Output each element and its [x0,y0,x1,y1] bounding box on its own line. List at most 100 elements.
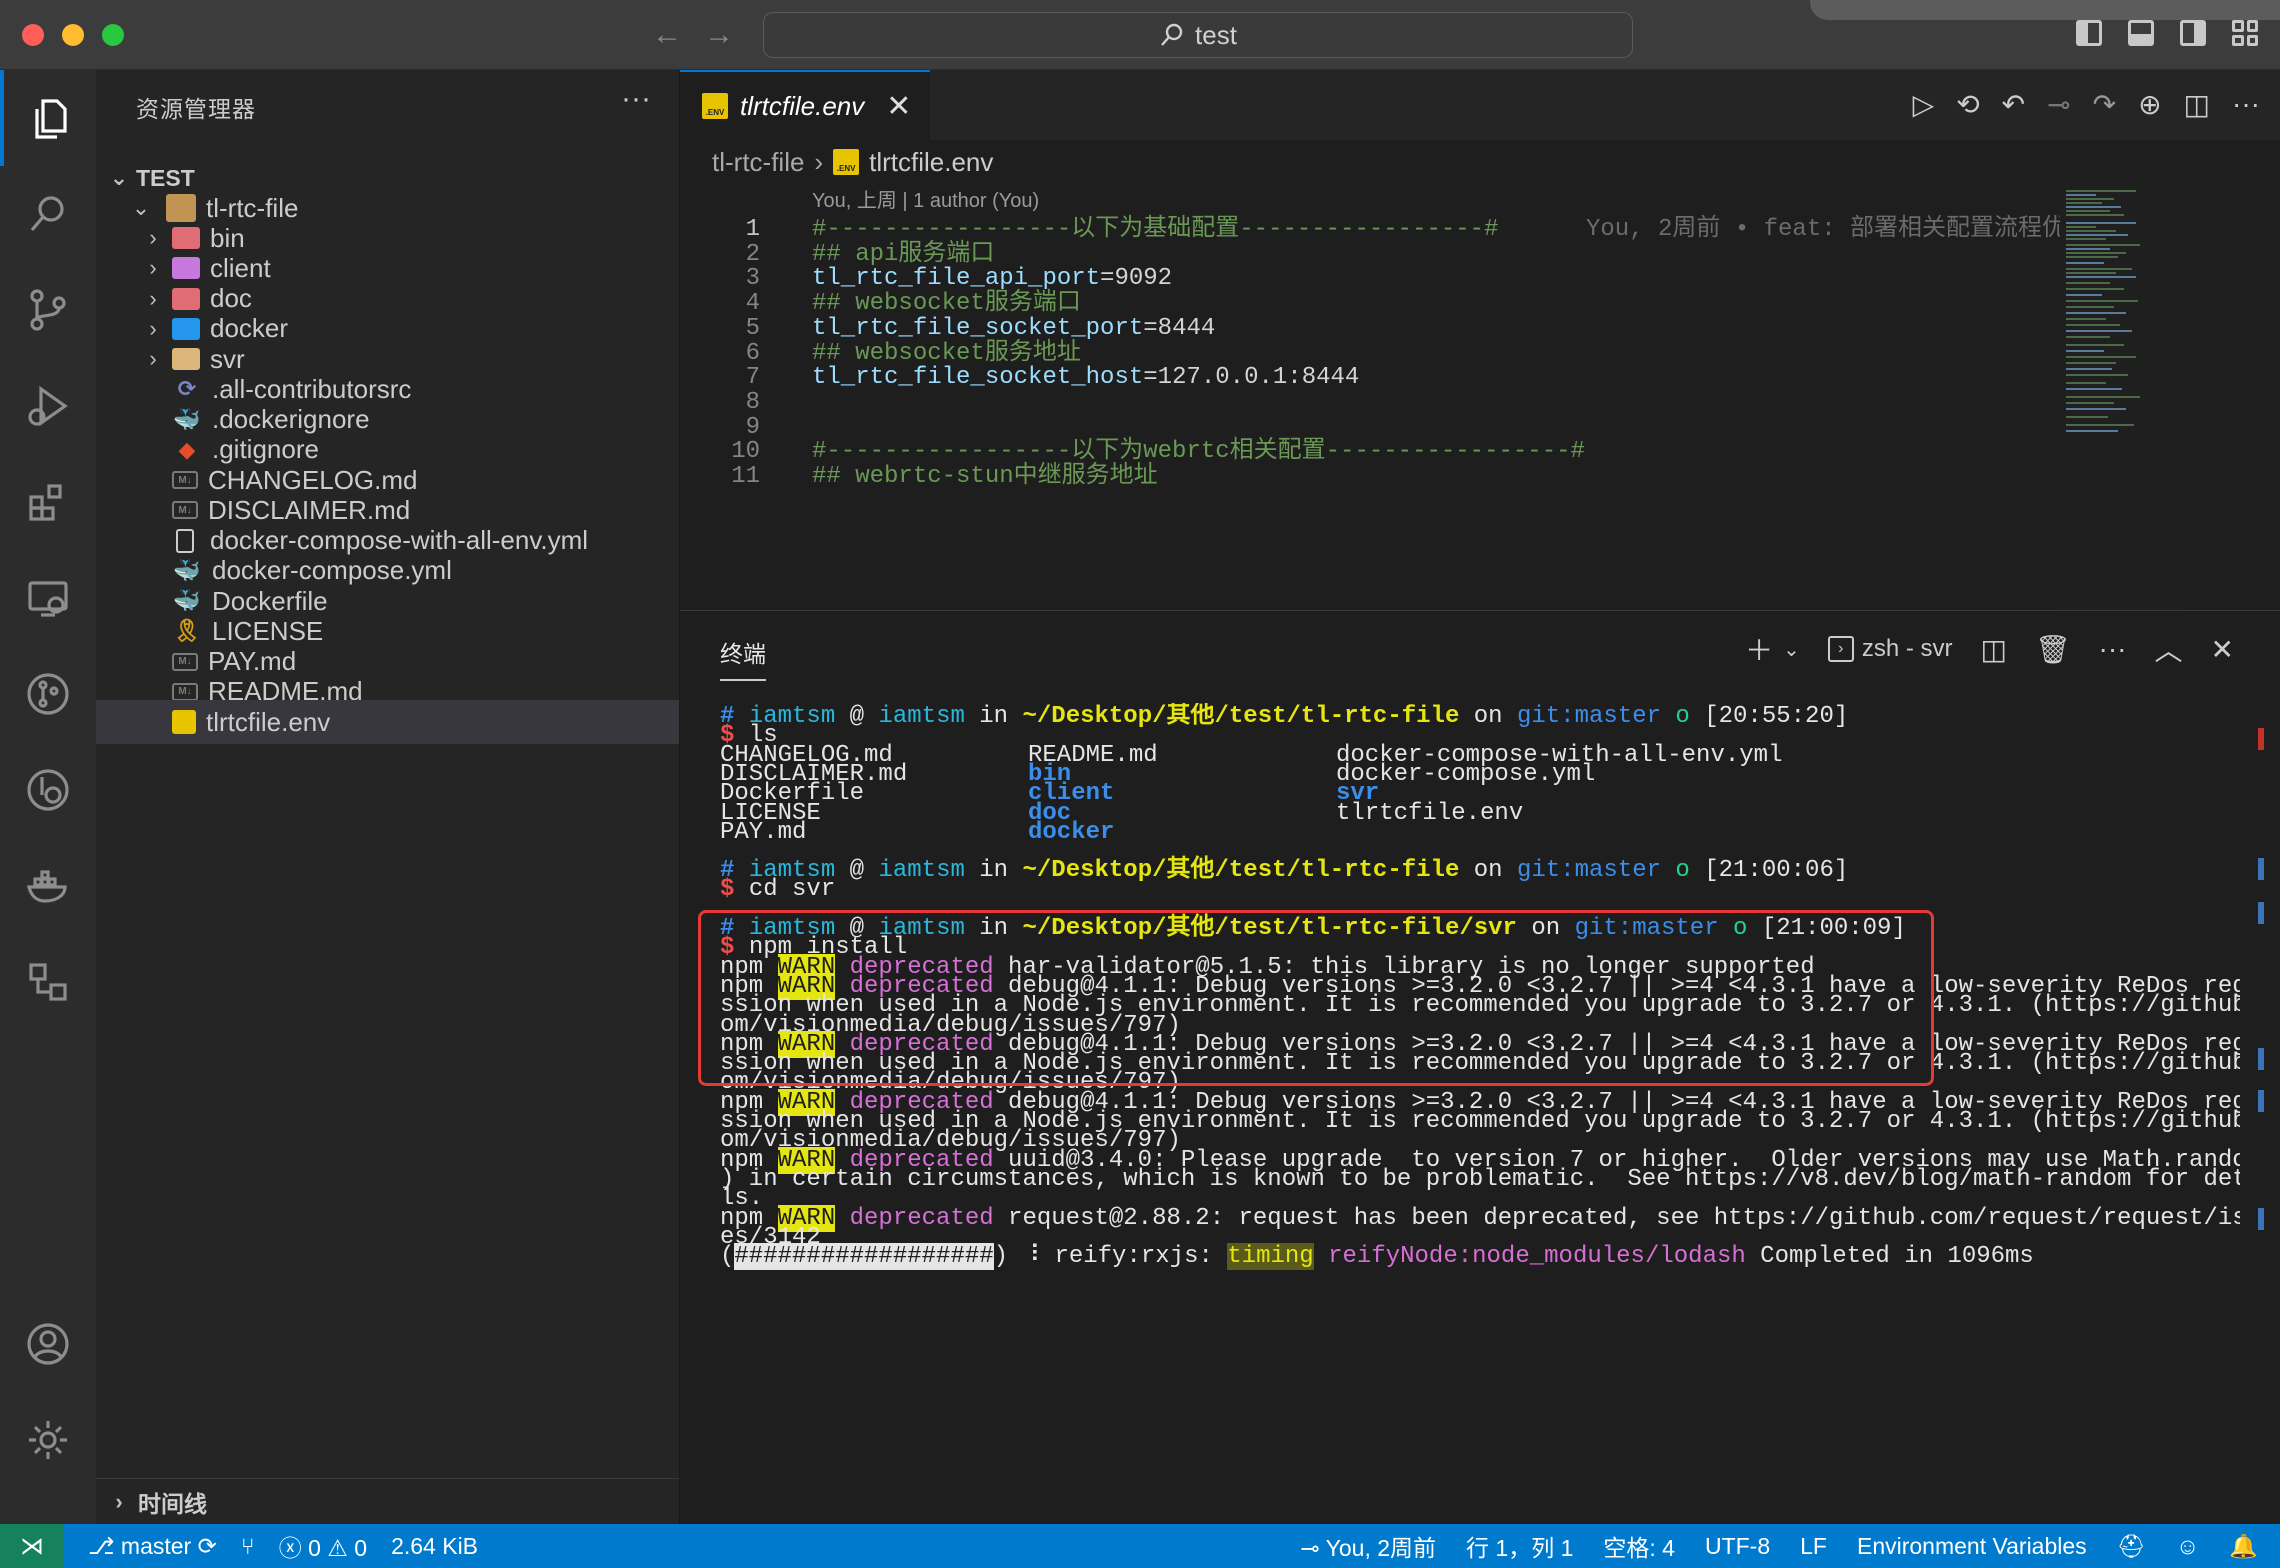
customize-layout-icon[interactable] [2232,20,2258,46]
minimap-line [2066,198,2114,200]
minimize-window-button[interactable] [62,24,84,46]
code-line[interactable]: 11 ## webrtc-stun中继服务地址 [680,459,2060,495]
close-window-button[interactable] [22,24,44,46]
timeline-section[interactable]: › 时间线 [96,1478,679,1524]
code-token: ## webrtc-stun中继服务地址 [812,463,1158,490]
terminal-icon: › [1827,636,1854,662]
notifications-bell-icon[interactable]: 🔔 [2229,1533,2258,1560]
tree-file[interactable]: tlrtcfile.env [96,700,679,744]
docker-icon[interactable] [0,838,96,934]
settings-gear-icon[interactable] [0,1392,96,1488]
eol-status[interactable]: LF [1800,1533,1827,1560]
minimap-line [2066,272,2116,274]
extensions-icon[interactable] [0,454,96,550]
minimap-line [2066,226,2096,228]
accounts-icon[interactable] [0,1296,96,1392]
breadcrumb-file[interactable]: tlrtcfile.env [869,147,993,178]
prompt-directory: ~/Desktop/其他/test/tl-rtc-file [1022,857,1460,884]
remote-icon: ⋊ [20,1532,44,1560]
minimap-line [2066,388,2122,390]
markdown-icon: M↓ [172,501,198,520]
breadcrumb-folder[interactable]: tl-rtc-file [712,147,804,178]
more-actions-icon[interactable]: ··· [2232,88,2260,121]
codelens-author[interactable]: You, 上周 | 1 author (You) [812,184,1039,212]
blame-status[interactable]: ⊸ You, 2周前 [1300,1529,1436,1563]
npm-text: ) in certain circumstances, which is kno… [720,1165,2240,1193]
copilot-icon[interactable]: ⛑ [2117,1533,2146,1560]
terminal-punct: on [1459,703,1517,730]
toggle-secondary-sidebar-icon[interactable] [2180,20,2206,46]
maximize-panel-icon[interactable]: ︿ [2155,629,2183,669]
command-center-search[interactable]: test [763,12,1633,58]
close-panel-icon[interactable]: ✕ [2211,633,2234,666]
more-actions-icon[interactable]: ··· [2099,633,2127,665]
split-editor-icon[interactable]: ◫ [2184,88,2210,121]
toggle-panel-icon[interactable] [2128,20,2154,46]
terminal-punct: @ [835,857,879,884]
forward-arrow-icon[interactable]: → [704,18,734,52]
gitlens-compare-icon[interactable]: ⊕ [2138,88,2161,121]
run-icon[interactable]: ▷ [1913,88,1935,121]
npm-text: ################## [734,1243,994,1271]
prompt-time: [20:55:20] [1704,703,1849,730]
explorer-icon[interactable] [0,70,96,166]
editor-scrollbar[interactable] [2180,184,2280,610]
chevron-down-icon[interactable]: ⌄ [1783,637,1800,662]
title-bar: ← → test [0,0,2280,70]
remote-indicator[interactable]: ⋊ [0,1524,64,1568]
feedback-icon[interactable]: ☺ [2176,1533,2199,1560]
terminal-scroll-marker [2258,1090,2264,1112]
line-number: 11 [731,463,760,490]
more-actions-icon[interactable]: ··· [621,82,651,116]
zoom-window-button[interactable] [102,24,124,46]
npm-text: reifyNode:node_modules/lodash [1313,1243,1746,1271]
minimap-line [2066,306,2114,308]
editor-tab-bar: .ENV tlrtcfile.env ✕ ▷ ⟲ ↶ ⊸ ↷ ⊕ ◫ ··· [680,70,2280,140]
indentation-status[interactable]: 空格: 4 [1603,1529,1675,1563]
prompt-branch: git:master [1516,857,1661,884]
source-control-icon[interactable] [0,262,96,358]
search-icon[interactable] [0,166,96,262]
npm-text: request@2.88.2: request has been depreca… [993,1204,2240,1232]
terminal-output[interactable]: # iamtsm @ iamtsm in ~/Desktop/其他/test/t… [720,703,2240,1503]
timeline-view-icon[interactable] [0,934,96,1030]
status-bar: ⋊ ⎇ master ⟳ ⑂ ⓧ 0 ⚠ 0 2.64 KiB ⊸ You, 2… [0,1524,2280,1568]
split-terminal-icon[interactable]: ◫ [1981,633,2007,666]
ls-entry: docker [1028,818,1115,846]
minimap-line [2066,318,2106,320]
problems-status[interactable]: ⓧ 0 ⚠ 0 [279,1529,367,1563]
terminal-punct: on [1459,857,1517,884]
terminal-scroll-marker [2258,1048,2264,1070]
encoding-status[interactable]: UTF-8 [1705,1533,1770,1560]
minimap-line [2066,368,2112,370]
history-icon[interactable]: ⟲ [1956,88,1979,121]
minimap-line [2066,202,2102,204]
terminal-selector[interactable]: › zsh - svr [1827,635,1953,663]
code-editor[interactable]: You, 上周 | 1 author (You) 1 #-------------… [680,184,2280,610]
run-debug-icon[interactable] [0,358,96,454]
gitlens-icon[interactable] [0,742,96,838]
file-size-status[interactable]: 2.64 KiB [391,1533,478,1560]
branch-status[interactable]: ⎇ master ⟳ [88,1533,217,1560]
remote-explorer-icon[interactable] [0,550,96,646]
minimap-line [2066,350,2104,352]
previous-change-icon[interactable]: ↶ [2002,88,2025,121]
toggle-primary-sidebar-icon[interactable] [2076,20,2102,46]
minimap-line [2066,268,2132,270]
new-terminal-icon[interactable]: ＋ [1745,629,1773,669]
close-icon[interactable]: ✕ [886,89,911,124]
git-graph-icon[interactable] [0,646,96,742]
terminal-scroll-marker [2258,858,2264,880]
git-commit-icon[interactable]: ⊸ [2047,88,2070,121]
tab-terminal[interactable]: 终端 [720,635,766,681]
cursor-position[interactable]: 行 1，列 1 [1466,1529,1573,1563]
next-change-icon[interactable]: ↷ [2093,88,2116,121]
trash-icon[interactable]: 🗑 [2035,633,2071,666]
commit-icon: ⊸ [1300,1535,1320,1561]
minimap[interactable] [2060,184,2180,610]
git-graph-status-icon[interactable]: ⑂ [241,1533,255,1560]
language-mode-status[interactable]: Environment Variables [1857,1533,2087,1560]
minimap-line [2066,396,2140,398]
tab-tlrtcfile-env[interactable]: .ENV tlrtcfile.env ✕ [680,70,930,140]
back-arrow-icon[interactable]: ← [652,18,682,52]
